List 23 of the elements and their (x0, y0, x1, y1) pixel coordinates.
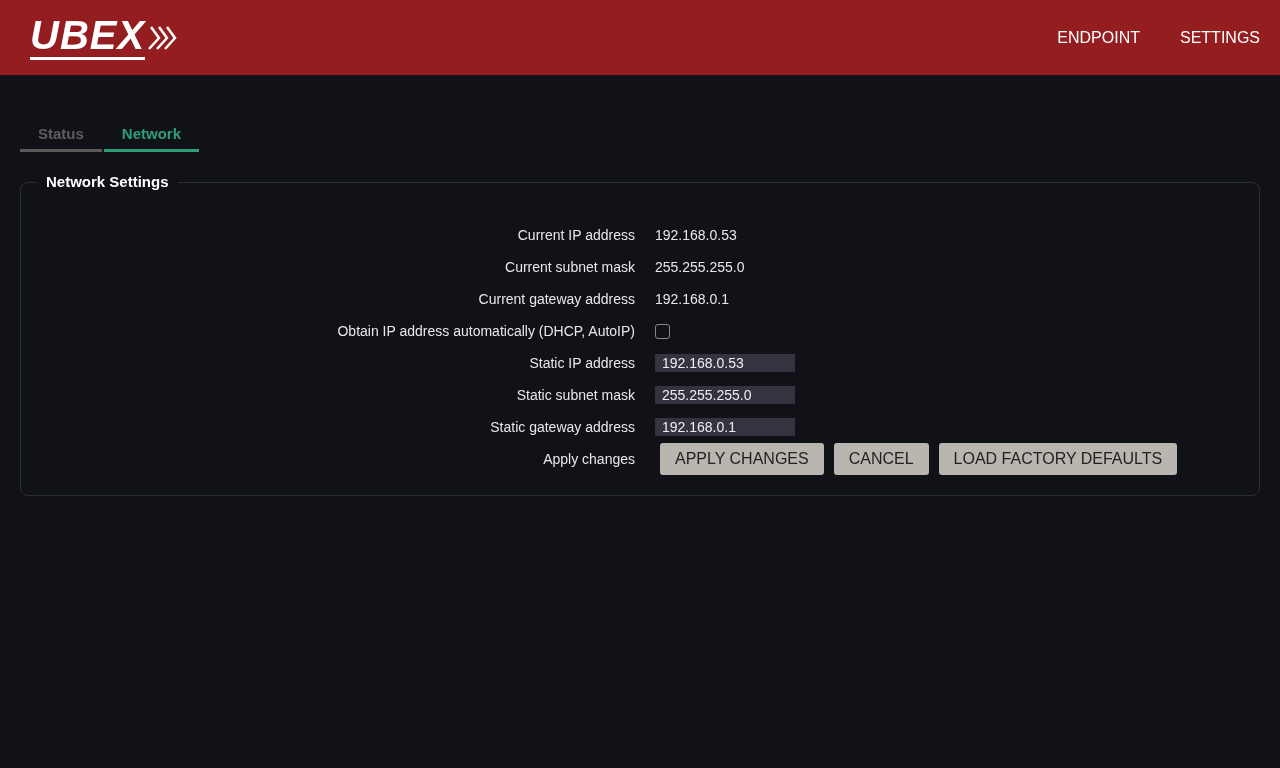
input-field[interactable]: 192.168.0.53 (655, 354, 795, 372)
action-button[interactable]: LOAD FACTORY DEFAULTS (938, 443, 1178, 475)
field-label: Current IP address (517, 227, 635, 243)
field-label: Static gateway address (490, 419, 635, 435)
field-value: 192.168.0.53 (655, 227, 737, 243)
field-label: Obtain IP address automatically (DHCP, AutoIP) (337, 323, 635, 339)
action-button[interactable]: CANCEL (833, 443, 929, 475)
panel-title: Network Settings (37, 173, 178, 190)
tab[interactable]: Network (103, 123, 200, 152)
logo: UBEX (30, 15, 146, 60)
checkbox[interactable] (655, 323, 670, 339)
input-field[interactable]: 255.255.255.0 (655, 386, 795, 404)
field-label: Current gateway address (478, 291, 635, 307)
nav-link[interactable]: ENDPOINT (1057, 28, 1140, 47)
field-value: 255.255.255.0 (655, 259, 745, 275)
field-label: Apply changes (543, 451, 635, 467)
field-value: 192.168.0.1 (655, 291, 729, 307)
action-button[interactable]: APPLY CHANGES (660, 443, 824, 475)
field-label: Static IP address (529, 355, 635, 371)
input-field[interactable]: 192.168.0.1 (655, 418, 795, 436)
field-label: Current subnet mask (505, 259, 635, 275)
nav-link[interactable]: SETTINGS (1180, 28, 1260, 47)
field-label: Static subnet mask (516, 387, 635, 403)
